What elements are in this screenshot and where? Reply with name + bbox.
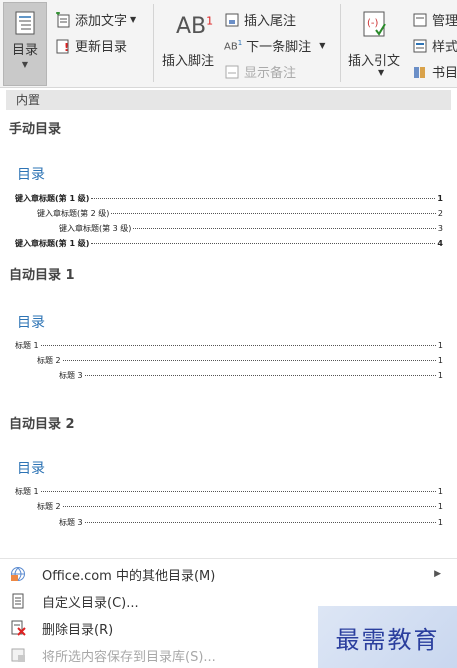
style-icon: [413, 39, 427, 52]
auto-toc-1-gallery-item[interactable]: 目录 标题 11 标题 21 标题 31: [9, 294, 449, 394]
toc-preview-heading: 目录: [17, 167, 45, 183]
citation-icon: (-): [363, 11, 386, 37]
insert-endnote-label: 插入尾注: [244, 14, 297, 29]
toc-preview-line: 标题 21: [37, 502, 443, 511]
toc-preview-line: 键入章标题(第 3 级) 3: [59, 224, 443, 233]
chevron-down-icon: ▼: [21, 60, 29, 69]
style-button[interactable]: 样式: [412, 36, 457, 55]
insert-endnote-button[interactable]: 插入尾注: [224, 10, 296, 29]
next-footnote-button[interactable]: AB1 下一条脚注 ▼: [224, 36, 325, 55]
toc-preview-line: 键入章标题(第 2 级) 2: [37, 209, 443, 218]
toc-preview-line: 标题 11: [15, 341, 443, 350]
manual-toc-gallery-item[interactable]: 目录 键入章标题(第 1 级) 1 键入章标题(第 2 级) 2 键入章标题(第 3…: [9, 148, 449, 260]
delete-toc-icon: [11, 620, 26, 636]
chevron-right-icon: ▶: [434, 569, 441, 579]
show-notes-button[interactable]: 显示备注: [224, 62, 296, 81]
manage-sources-icon: [413, 13, 427, 26]
custom-toc-label: 自定义目录(C)...: [42, 595, 139, 611]
toc-dropdown-panel: 内置 手动目录 目录 键入章标题(第 1 级) 1 键入章标题(第 2 级) 2 键…: [0, 88, 457, 668]
next-footnote-label: 下一条脚注: [246, 40, 312, 55]
toc-preview-heading: 目录: [17, 461, 45, 477]
bibliography-icon: [414, 66, 425, 78]
toc-preview-line: 键入章标题(第 1 级) 4: [15, 239, 443, 248]
chevron-down-icon: ▼: [130, 15, 137, 24]
show-notes-label: 显示备注: [244, 66, 297, 81]
manage-sources-label: 管理: [432, 14, 457, 29]
office-more-toc-item[interactable]: Office.com 中的其他目录(M) ▶: [0, 562, 457, 586]
ribbon: 目录 ▼ 添加文字 ▼ ! 更新目录 AB1 插入脚注 插入尾注 AB1 下一条…: [0, 0, 457, 88]
next-footnote-icon: AB1: [224, 38, 243, 53]
manage-sources-button[interactable]: 管理: [412, 10, 457, 29]
watermark-logo: 最需教育: [318, 606, 457, 668]
update-toc-label: 更新目录: [75, 40, 128, 55]
toc-preview-line: 标题 21: [37, 356, 443, 365]
office-com-icon: [11, 567, 25, 581]
builtin-header: 内置: [6, 90, 451, 110]
add-text-label: 添加文字: [75, 14, 128, 29]
add-text-button[interactable]: 添加文字 ▼: [55, 10, 136, 29]
toc-icon: [15, 11, 35, 35]
endnote-icon: [225, 13, 239, 26]
toc-button-label: 目录: [11, 43, 38, 58]
bibliography-label: 书目: [432, 66, 457, 81]
toc-preview-line: 键入章标题(第 1 级) 1: [15, 194, 443, 203]
chevron-down-icon: ▼: [319, 41, 326, 50]
delete-toc-label: 删除目录(R): [42, 622, 114, 638]
svg-text:(-): (-): [367, 18, 379, 29]
style-label: 样式: [432, 40, 457, 55]
insert-citation-label: 插入引文: [348, 54, 401, 69]
auto-toc-2-title: 自动目录 2: [9, 417, 75, 432]
office-more-toc-label: Office.com 中的其他目录(M): [42, 568, 216, 584]
toc-button[interactable]: 目录 ▼: [3, 2, 47, 86]
auto-toc-1-title: 自动目录 1: [9, 268, 75, 283]
auto-toc-2-gallery-item[interactable]: 目录 标题 11 标题 21 标题 31: [9, 442, 449, 542]
footnote-icon: AB1: [176, 14, 214, 39]
svg-text:!: !: [64, 41, 69, 54]
show-notes-icon: [225, 65, 239, 78]
save-to-toc-gallery-label: 将所选内容保存到目录库(S)...: [42, 649, 216, 665]
update-toc-icon: !: [56, 39, 69, 54]
toc-preview-heading: 目录: [17, 315, 45, 331]
insert-footnote-label: 插入脚注: [162, 54, 215, 69]
manual-toc-title: 手动目录: [9, 122, 62, 137]
add-text-icon: [56, 11, 70, 27]
custom-toc-icon: [12, 593, 24, 609]
chevron-down-icon: ▼: [378, 68, 385, 77]
update-toc-button[interactable]: ! 更新目录: [55, 36, 127, 55]
toc-preview-line: 标题 31: [59, 518, 443, 527]
bibliography-button[interactable]: 书目: [412, 62, 457, 81]
save-to-gallery-icon: [11, 648, 25, 662]
toc-preview-line: 标题 31: [59, 371, 443, 380]
toc-preview-line: 标题 11: [15, 487, 443, 496]
